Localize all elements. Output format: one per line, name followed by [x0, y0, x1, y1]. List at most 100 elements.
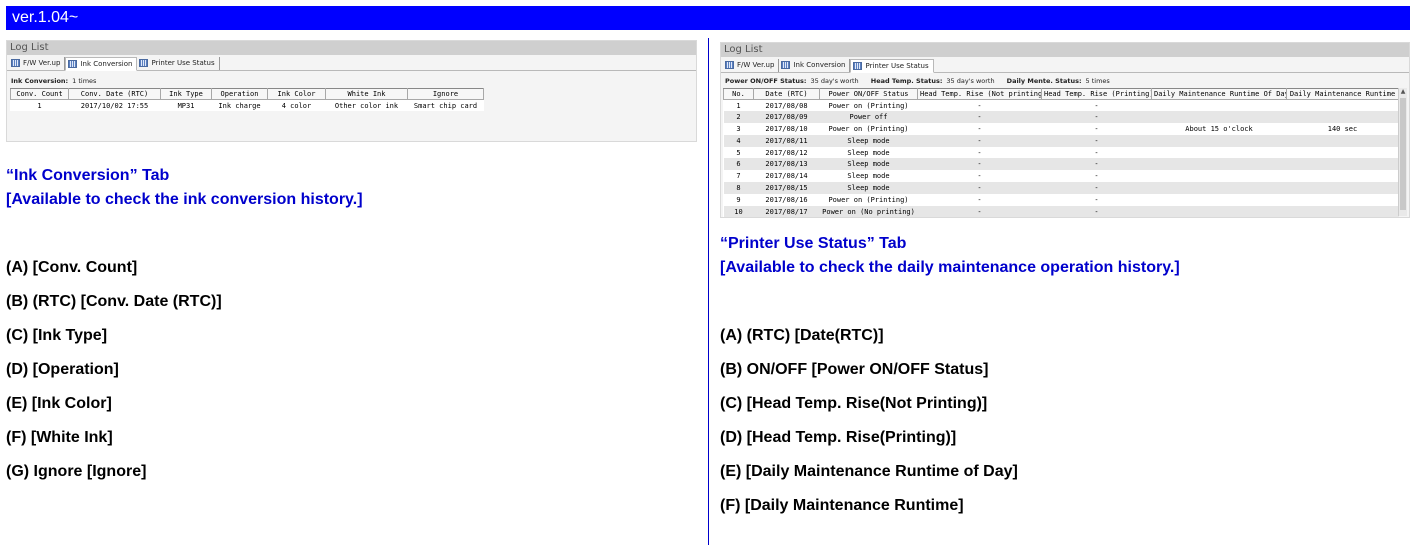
table-cell: [1287, 170, 1399, 182]
table-row[interactable]: 8 2017/08/15 Sleep mode - -: [723, 182, 1399, 194]
table-cell: -: [1041, 182, 1152, 194]
tab-printer-use-status[interactable]: Printer Use Status: [137, 57, 220, 70]
table-cell: -: [1041, 111, 1152, 124]
table-cell: -: [1094, 195, 1099, 204]
table-scrollbar[interactable]: ▲: [1398, 88, 1407, 216]
ink-conversion-heading: “Ink Conversion” Tab [Available to check…: [6, 164, 363, 212]
tab-label: Printer Use Status: [865, 61, 929, 70]
table-cell: [1286, 158, 1399, 171]
tab-fw-verup[interactable]: F/W Ver.up: [9, 57, 66, 70]
column-header[interactable]: Ink Type: [160, 88, 212, 100]
table-cell: 2017/10/02 17:55: [80, 101, 149, 110]
column-header[interactable]: Head Temp. Rise (Not printing): [917, 88, 1042, 100]
table-row[interactable]: 1 2017/08/08 Power on (Printing) - -: [724, 100, 1399, 112]
status-label: Ink Conversion:: [11, 77, 69, 85]
log-tabs: F/W Ver.up Ink Conversion Printer Use St…: [7, 56, 696, 71]
tab-label: F/W Ver.up: [737, 61, 775, 69]
table-cell: [1286, 182, 1399, 194]
scroll-thumb[interactable]: [1400, 98, 1406, 210]
list-item: (E) [Ink Color]: [6, 395, 112, 412]
table-cell: Power on (Printing): [828, 124, 909, 133]
table-cell: [1287, 147, 1399, 159]
table-cell: [1286, 134, 1399, 147]
table-cell: [1286, 111, 1399, 124]
list-item: (C) [Head Temp. Rise(Not Printing)]: [720, 395, 988, 412]
table-row[interactable]: 7 2017/08/14 Sleep mode - -: [724, 170, 1399, 182]
column-header[interactable]: Ignore: [407, 88, 484, 100]
table-row[interactable]: 9 2017/08/16 Power on (Printing) - -: [724, 194, 1399, 206]
column-header[interactable]: Head Temp. Rise (Printing): [1041, 88, 1152, 100]
table-cell: 1: [37, 101, 42, 110]
column-header[interactable]: Daily Maintenance Runtime Of Day: [1151, 88, 1287, 100]
status-value: 1 times: [72, 77, 97, 85]
column-header[interactable]: Ink Color: [267, 88, 326, 100]
status-label: Daily Mente. Status:: [1006, 77, 1082, 85]
list-item: (G) Ignore [Ignore]: [6, 463, 147, 480]
tab-ink-conversion[interactable]: Ink Conversion: [779, 59, 851, 72]
list-item: (E) [Daily Maintenance Runtime of Day]: [720, 463, 1018, 480]
column-header[interactable]: Date (RTC): [753, 88, 820, 100]
table-cell: -: [1094, 148, 1099, 157]
table-cell: -: [1041, 205, 1152, 218]
panel-title: Log List: [721, 43, 1409, 57]
table-cell: [1151, 205, 1287, 218]
table-row[interactable]: 10 2017/08/17 Power on (No printing) - -: [723, 205, 1399, 218]
tab-printer-use-status[interactable]: Printer Use Status: [850, 59, 934, 73]
log-icon: [11, 59, 20, 67]
column-header[interactable]: Daily Maintenance Runtime: [1286, 88, 1399, 100]
table-row[interactable]: 5 2017/08/12 Sleep mode - -: [724, 147, 1399, 159]
column-header[interactable]: Operation: [211, 88, 268, 100]
heading-subtitle: [Available to check the ink conversion h…: [6, 191, 363, 208]
table-cell: Power on (Printing): [828, 101, 909, 110]
table-cell: -: [917, 158, 1042, 171]
table-cell: 10: [723, 205, 754, 218]
column-header[interactable]: Power ON/OFF Status: [819, 88, 918, 100]
table-row[interactable]: 4 2017/08/11 Sleep mode - -: [723, 134, 1399, 147]
tab-label: F/W Ver.up: [23, 59, 61, 67]
scroll-up-arrow-icon[interactable]: ▲: [1399, 88, 1407, 96]
table-cell: 2017/08/16: [765, 195, 808, 204]
table-cell: Sleep mode: [847, 148, 890, 157]
table-cell: Smart chip card: [413, 101, 478, 110]
tab-ink-conversion[interactable]: Ink Conversion: [65, 57, 138, 71]
list-item: (A) [Conv. Count]: [6, 259, 138, 276]
log-icon: [853, 61, 863, 70]
column-header[interactable]: Conv. Date (RTC): [68, 88, 161, 100]
column-header[interactable]: Conv. Count: [10, 88, 69, 100]
table-cell: -: [1041, 158, 1152, 171]
table-cell: 2: [723, 111, 754, 124]
log-icon: [68, 59, 78, 68]
status-label: Head Temp. Status:: [870, 77, 943, 85]
version-banner: ver.1.04~: [6, 6, 1410, 30]
table-cell: 6: [723, 158, 754, 171]
column-divider: [708, 38, 709, 545]
printer-use-status-heading: “Printer Use Status” Tab [Available to c…: [720, 232, 1180, 280]
table-cell: -: [1094, 101, 1099, 110]
column-header[interactable]: No.: [723, 88, 754, 100]
table-cell: Sleep mode: [847, 172, 890, 181]
table-cell: [1286, 205, 1399, 218]
table-cell: Power on (No printing): [819, 205, 918, 218]
table-row[interactable]: 3 2017/08/10 Power on (Printing) - - About 15…: [724, 123, 1399, 135]
status-value: 35 day's worth: [946, 77, 995, 85]
table-cell: -: [1041, 134, 1152, 147]
list-item: (D) [Operation]: [6, 361, 119, 378]
column-header[interactable]: White Ink: [325, 88, 408, 100]
status-value: 5 times: [1085, 77, 1110, 85]
table-cell: -: [977, 195, 982, 204]
ink-conversion-count: Ink Conversion: 1 times: [7, 71, 696, 88]
status-label: Power ON/OFF Status:: [725, 77, 807, 85]
table-cell: 2017/08/08: [765, 101, 808, 110]
table-cell: 8: [723, 182, 754, 194]
table-row[interactable]: 6 2017/08/13 Sleep mode - -: [723, 158, 1399, 171]
table-cell: -: [977, 148, 982, 157]
table-cell: Power off: [819, 111, 918, 124]
table-row[interactable]: 1 2017/10/02 17:55 MP31 Ink charge 4 col…: [11, 100, 484, 112]
status-value: 35 day's worth: [810, 77, 859, 85]
tab-fw-verup[interactable]: F/W Ver.up: [723, 59, 780, 72]
table-row[interactable]: 2 2017/08/09 Power off - -: [723, 111, 1399, 124]
table-cell: -: [917, 111, 1042, 124]
table-cell: [1152, 147, 1287, 159]
table-cell: 4 color: [281, 101, 312, 110]
table-cell: -: [977, 101, 982, 110]
